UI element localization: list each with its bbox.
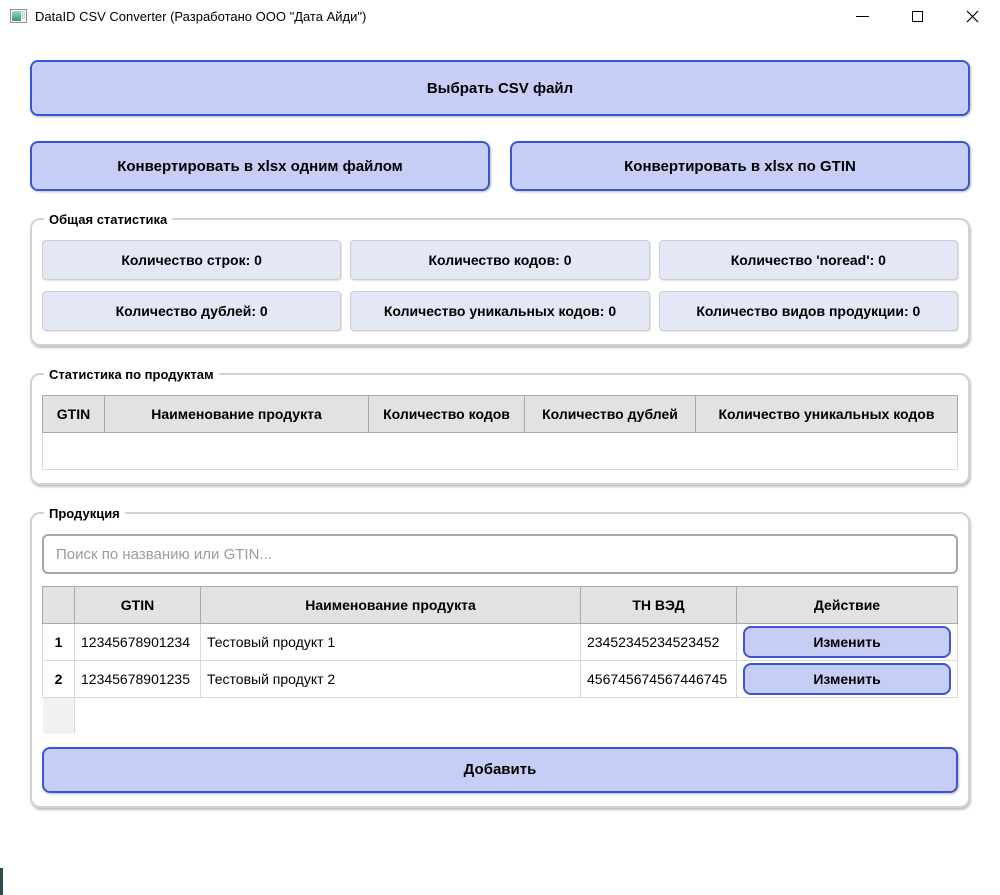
products-group: Продукция GTIN Наименование продукта ТН … — [30, 512, 970, 808]
action-cell: Изменить — [737, 624, 958, 661]
window-title: DataID CSV Converter (Разработано ООО "Д… — [35, 9, 366, 24]
general-stats-grid: Количество строк: 0 Количество кодов: 0 … — [42, 240, 958, 331]
row-number-cell[interactable]: 1 — [43, 624, 75, 661]
minimize-button[interactable] — [835, 0, 890, 32]
stat-rows-count: Количество строк: 0 — [42, 240, 341, 280]
search-input[interactable] — [42, 534, 958, 574]
stat-unique-codes-count: Количество уникальных кодов: 0 — [350, 291, 649, 331]
close-button[interactable] — [945, 0, 1000, 32]
product-stats-empty-body — [43, 433, 958, 470]
stat-noread-count: Количество 'noread': 0 — [659, 240, 958, 280]
table-row: 1 12345678901234 Тестовый продукт 1 2345… — [43, 624, 958, 661]
convert-by-gtin-button[interactable]: Конвертировать в xlsx по GTIN — [510, 141, 970, 191]
edit-button[interactable]: Изменить — [743, 663, 951, 695]
maximize-button[interactable] — [890, 0, 945, 32]
product-stats-title: Статистика по продуктам — [44, 366, 219, 383]
convert-single-file-button[interactable]: Конвертировать в xlsx одним файлом — [30, 141, 490, 191]
window-controls — [835, 0, 1000, 32]
products-col-name[interactable]: Наименование продукта — [201, 587, 581, 624]
product-name-cell[interactable]: Тестовый продукт 1 — [201, 624, 581, 661]
gtin-cell[interactable]: 12345678901235 — [75, 661, 201, 698]
products-col-gtin[interactable]: GTIN — [75, 587, 201, 624]
desktop-edge-strip — [0, 868, 3, 895]
product-stats-col-codes[interactable]: Количество кодов — [369, 396, 525, 433]
product-stats-table: GTIN Наименование продукта Количество ко… — [42, 395, 958, 470]
select-csv-button[interactable]: Выбрать CSV файл — [30, 60, 970, 116]
close-icon — [966, 10, 979, 23]
product-stats-group: Статистика по продуктам GTIN Наименовани… — [30, 373, 970, 485]
products-corner-cell[interactable] — [43, 587, 75, 624]
action-cell: Изменить — [737, 661, 958, 698]
product-stats-col-duplicates[interactable]: Количество дублей — [525, 396, 696, 433]
stat-duplicates-count: Количество дублей: 0 — [42, 291, 341, 331]
products-table: GTIN Наименование продукта ТН ВЭД Действ… — [42, 586, 958, 734]
edit-button[interactable]: Изменить — [743, 626, 951, 658]
stat-product-types-count: Количество видов продукции: 0 — [659, 291, 958, 331]
titlebar: DataID CSV Converter (Разработано ООО "Д… — [0, 0, 1000, 32]
tnved-cell[interactable]: 456745674567446745 — [581, 661, 737, 698]
products-col-tnved[interactable]: ТН ВЭД — [581, 587, 737, 624]
app-window: DataID CSV Converter (Разработано ООО "Д… — [0, 0, 1000, 808]
product-stats-col-gtin[interactable]: GTIN — [43, 396, 105, 433]
product-name-cell[interactable]: Тестовый продукт 2 — [201, 661, 581, 698]
add-button[interactable]: Добавить — [42, 747, 958, 793]
stat-codes-count: Количество кодов: 0 — [350, 240, 649, 280]
general-stats-group: Общая статистика Количество строк: 0 Кол… — [30, 218, 970, 346]
gtin-cell[interactable]: 12345678901234 — [75, 624, 201, 661]
product-stats-col-unique[interactable]: Количество уникальных кодов — [696, 396, 958, 433]
app-icon — [10, 9, 27, 23]
row-number-cell[interactable]: 2 — [43, 661, 75, 698]
app-icon-strip — [22, 11, 25, 19]
product-stats-col-name[interactable]: Наименование продукта — [105, 396, 369, 433]
products-title: Продукция — [44, 505, 125, 522]
app-icon-image — [12, 11, 21, 21]
main-content: Выбрать CSV файл Конвертировать в xlsx о… — [0, 60, 1000, 808]
minimize-icon — [856, 16, 869, 17]
empty-table-area — [43, 698, 958, 734]
tnved-cell[interactable]: 23452345234523452 — [581, 624, 737, 661]
maximize-icon — [912, 11, 923, 22]
table-row: 2 12345678901235 Тестовый продукт 2 4567… — [43, 661, 958, 698]
convert-buttons-row: Конвертировать в xlsx одним файлом Конве… — [30, 141, 970, 191]
products-col-action[interactable]: Действие — [737, 587, 958, 624]
general-stats-title: Общая статистика — [44, 211, 172, 228]
